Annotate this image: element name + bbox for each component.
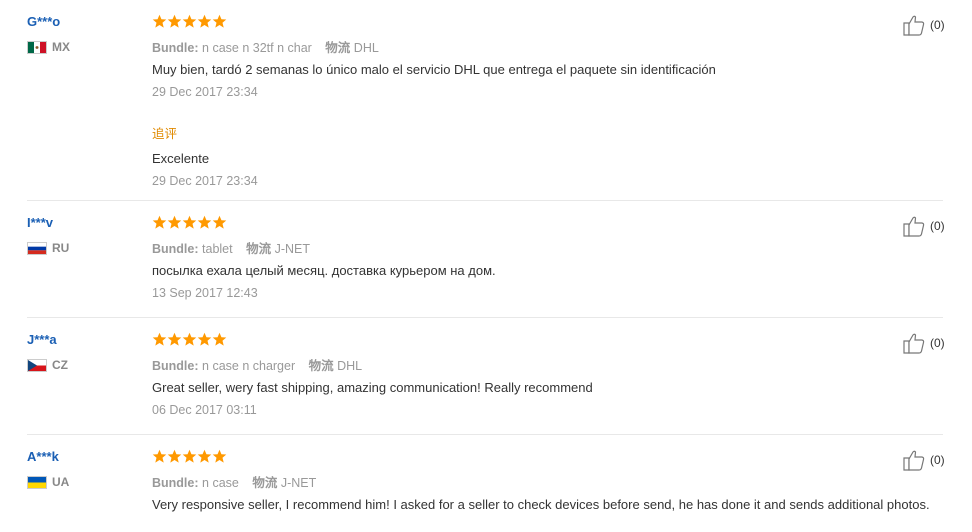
star-icon [167,14,182,29]
thumbs-up-icon[interactable] [902,215,926,237]
country-code: RU [52,241,70,255]
star-icon [197,14,212,29]
reviewer-country: UA [27,475,69,489]
review-text: Very responsive seller, I recommend him!… [152,497,930,512]
star-icon [152,449,167,464]
czech-flag-icon [27,358,47,372]
review-date: 06 Dec 2017 03:11 [152,403,257,417]
review-divider [27,317,943,318]
bundle-info: Bundle: n case n 32tf n char 物流 DHL [152,37,379,56]
like-button[interactable]: (0) [902,332,945,354]
review-text: Muy bien, tardó 2 semanas lo único malo … [152,62,716,77]
review-date: 13 Sep 2017 12:43 [152,286,258,300]
bundle-info: Bundle: n case 物流 J-NET [152,472,316,491]
like-count: (0) [930,18,945,32]
star-icon [167,449,182,464]
star-icon [212,14,227,29]
bundle-label: Bundle: [152,476,199,490]
star-rating [152,215,227,230]
followup-text: Excelente [152,151,210,166]
russia-flag-icon [27,241,47,255]
bundle-value: tablet [202,242,233,256]
like-button[interactable]: (0) [902,449,945,471]
bundle-value: n case [202,476,239,490]
bundle-label: Bundle: [152,41,199,55]
star-rating [152,332,227,347]
review-divider [27,434,943,435]
star-icon [182,449,197,464]
star-icon [152,14,167,29]
review-text: посылка ехала целый месяц. доставка курь… [152,263,496,278]
star-icon [182,332,197,347]
thumbs-up-icon[interactable] [902,332,926,354]
logistics-value: DHL [353,41,379,55]
thumbs-up-icon[interactable] [902,449,926,471]
reviewer-country: RU [27,241,69,255]
star-icon [152,215,167,230]
like-count: (0) [930,453,945,467]
star-icon [182,215,197,230]
star-icon [212,332,227,347]
review-divider [27,200,943,201]
followup-label: 追评 [152,127,178,141]
reviewer-name[interactable]: I***v [27,215,53,230]
like-button[interactable]: (0) [902,14,945,36]
star-icon [182,14,197,29]
like-button[interactable]: (0) [902,215,945,237]
star-rating [152,14,227,29]
country-code: UA [52,475,70,489]
logistics-value: J-NET [274,242,311,256]
country-code: CZ [52,358,68,372]
star-icon [167,332,182,347]
ukraine-flag-icon [27,475,47,489]
bundle-info: Bundle: tablet 物流 J-NET [152,238,310,257]
star-icon [197,449,212,464]
reviewer-country: MX [27,40,70,54]
star-icon [197,215,212,230]
logistics-label: 物流 [252,476,278,490]
star-icon [167,215,182,230]
star-icon [197,332,212,347]
logistics-label: 物流 [246,242,272,256]
country-code: MX [52,40,70,54]
review-text: Great seller, wery fast shipping, amazin… [152,380,593,395]
logistics-value: J-NET [280,476,317,490]
followup-date: 29 Dec 2017 23:34 [152,174,258,188]
star-icon [152,332,167,347]
star-icon [212,449,227,464]
reviewer-name[interactable]: G***o [27,14,60,29]
thumbs-up-icon[interactable] [902,14,926,36]
reviewer-country: CZ [27,358,68,372]
review-date: 29 Dec 2017 23:34 [152,85,258,99]
reviewer-name[interactable]: A***k [27,449,59,464]
like-count: (0) [930,219,945,233]
star-rating [152,449,227,464]
bundle-info: Bundle: n case n charger 物流 DHL [152,355,362,374]
bundle-value: n case n 32tf n char [202,41,312,55]
like-count: (0) [930,336,945,350]
star-icon [212,215,227,230]
bundle-label: Bundle: [152,359,199,373]
bundle-label: Bundle: [152,242,199,256]
mexico-flag-icon [27,40,47,54]
logistics-label: 物流 [308,359,334,373]
logistics-label: 物流 [325,41,351,55]
bundle-value: n case n charger [202,359,296,373]
reviewer-name[interactable]: J***a [27,332,57,347]
logistics-value: DHL [337,359,363,373]
